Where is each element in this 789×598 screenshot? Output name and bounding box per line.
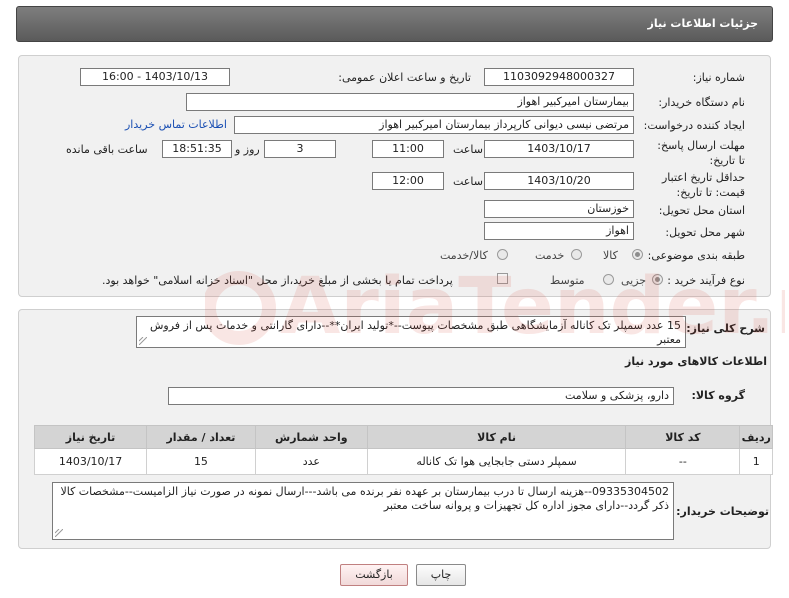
col-date-header: تاریخ نیاز — [33, 425, 148, 449]
description-textarea[interactable]: 15 عدد سمپلر تک کاناله آزمایشگاهی طبق مش… — [136, 316, 686, 348]
category-radio-service[interactable] — [571, 249, 582, 260]
process-label: نوع فرآیند خرید : — [667, 274, 745, 287]
deadline-date-field: 1403/10/17 — [484, 140, 634, 158]
city-field: اهواز — [484, 222, 634, 240]
buyer-notes-label: توضیحات خریدار: — [676, 505, 769, 518]
buyer-org-label: نام دستگاه خریدار: — [658, 96, 745, 109]
category-option-both: کالا/خدمت — [440, 249, 488, 262]
remaining-label: ساعت باقی مانده — [66, 143, 148, 156]
unit-cell: عدد — [254, 448, 368, 475]
need-number-label: شماره نیاز: — [692, 71, 745, 84]
category-option-service: خدمت — [535, 249, 565, 262]
date-cell: 1403/10/17 — [33, 448, 148, 475]
goods-table-header: ردیف کد کالا نام کالا واحد شمارش تعداد /… — [33, 425, 773, 449]
category-label: طبقه بندی موضوعی: — [647, 249, 745, 262]
print-button[interactable]: چاپ — [416, 564, 466, 586]
goods-group-label: گروه کالا: — [691, 389, 745, 402]
process-radio-minor[interactable] — [652, 274, 663, 285]
category-option-goods: کالا — [603, 249, 618, 262]
validity-time-label: ساعت — [453, 175, 483, 188]
validity-time-field: 12:00 — [372, 172, 444, 190]
validity-label: حداقل تاریخ اعتبار قیمت: تا تاریخ: — [661, 171, 745, 199]
province-label: استان محل تحویل: — [658, 204, 745, 217]
buyer-org-field: بیمارستان امیرکبیر اهواز — [186, 93, 634, 111]
row-number-cell: 1 — [739, 448, 773, 475]
col-code-header: کد کالا — [625, 425, 741, 449]
days-label: روز و — [235, 143, 260, 156]
treasury-payment-note: پرداخت تمام یا بخشی از مبلغ خرید،از محل … — [102, 274, 453, 287]
col-unit-header: واحد شمارش — [254, 425, 368, 449]
deadline-time-label: ساعت — [453, 143, 483, 156]
buyer-contact-link[interactable]: اطلاعات تماس خریدار — [125, 118, 227, 131]
qty-cell: 15 — [146, 448, 256, 475]
process-option-medium: متوسط — [550, 274, 585, 287]
goods-section-title: اطلاعات کالاهای مورد نیاز — [625, 355, 767, 368]
buyer-notes-textarea[interactable]: 09335304502--هزینه ارسال تا درب بیمارستا… — [52, 482, 674, 540]
description-label: شرح کلی نیاز: — [686, 322, 765, 335]
goods-group-field: دارو، پزشکی و سلامت — [168, 387, 674, 405]
need-number-field: 1103092948000327 — [484, 68, 634, 86]
remaining-time-field: 18:51:35 — [162, 140, 232, 158]
back-button[interactable]: بازگشت — [340, 564, 408, 586]
name-cell: سمپلر دستی جابجایی هوا تک کاناله — [366, 448, 627, 475]
province-field: خوزستان — [484, 200, 634, 218]
process-radio-medium[interactable] — [603, 274, 614, 285]
col-name-header: نام کالا — [366, 425, 627, 449]
resize-grip-icon[interactable] — [139, 337, 147, 345]
resize-grip-icon[interactable] — [55, 529, 63, 537]
process-option-minor: جزیی — [621, 274, 647, 287]
buyer-notes-text: 09335304502--هزینه ارسال تا درب بیمارستا… — [60, 485, 669, 512]
table-row: 1 -- سمپلر دستی جابجایی هوا تک کاناله عد… — [33, 448, 773, 475]
validity-date-field: 1403/10/20 — [484, 172, 634, 190]
col-row-header: ردیف — [739, 425, 773, 449]
col-qty-header: تعداد / مقدار — [146, 425, 256, 449]
page-header: جزئیات اطلاعات نیاز — [16, 6, 773, 42]
announce-date-label: تاریخ و ساعت اعلان عمومی: — [338, 71, 471, 84]
category-radio-goods[interactable] — [632, 249, 643, 260]
description-text: 15 عدد سمپلر تک کاناله آزمایشگاهی طبق مش… — [149, 319, 681, 346]
code-cell: -- — [625, 448, 741, 475]
goods-table: ردیف کد کالا نام کالا واحد شمارش تعداد /… — [33, 425, 773, 475]
announce-date-field: 1403/10/13 - 16:00 — [80, 68, 230, 86]
requester-label: ایجاد کننده درخواست: — [643, 119, 745, 132]
deadline-label: مهلت ارسال پاسخ: تا تاریخ: — [657, 139, 745, 167]
remaining-days-field: 3 — [264, 140, 336, 158]
city-label: شهر محل تحویل: — [665, 226, 745, 239]
deadline-time-field: 11:00 — [372, 140, 444, 158]
page-title: جزئیات اطلاعات نیاز — [647, 17, 759, 30]
requester-field: مرتضی نیسی دیوانی کارپرداز بیمارستان امی… — [234, 116, 634, 134]
treasury-payment-checkbox[interactable] — [497, 273, 508, 284]
category-radio-both[interactable] — [497, 249, 508, 260]
